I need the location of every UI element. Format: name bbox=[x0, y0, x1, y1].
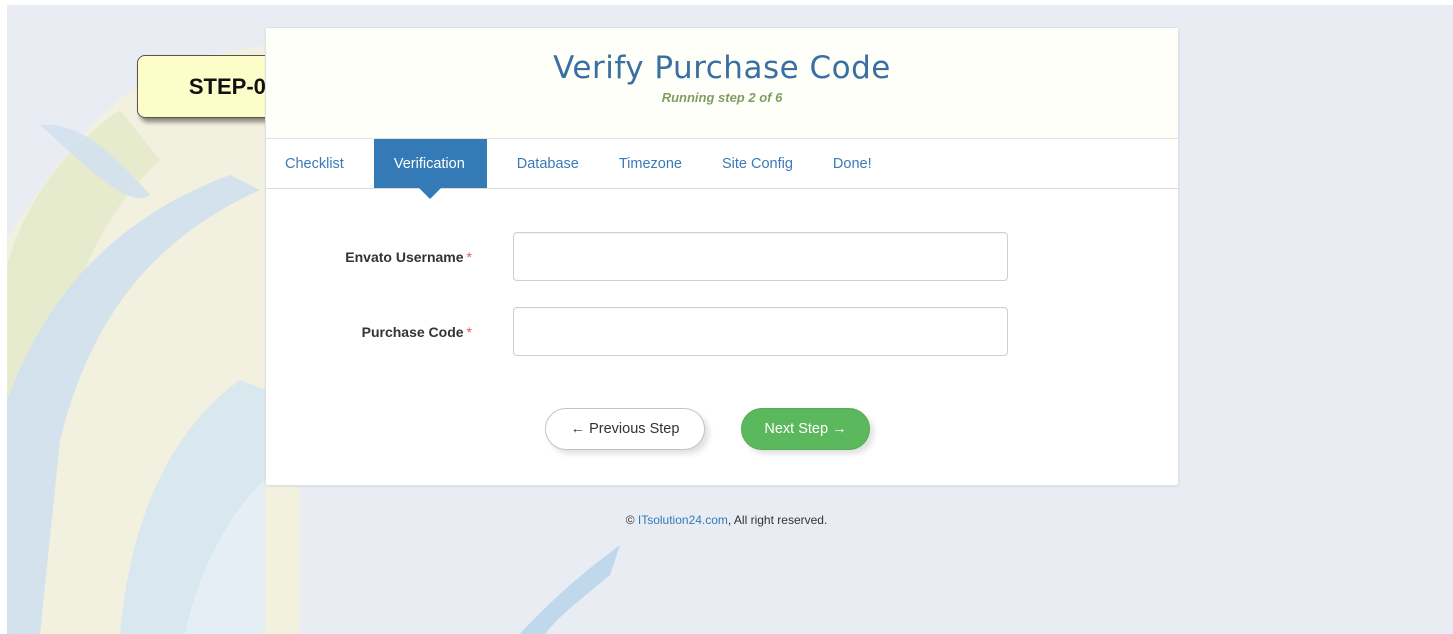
tab-site-config[interactable]: Site Config bbox=[712, 139, 803, 188]
username-row: Envato Username * bbox=[266, 232, 1178, 281]
username-label: Envato Username * bbox=[345, 248, 472, 265]
next-step-button[interactable]: Next Step → bbox=[741, 408, 870, 450]
button-row: ← Previous Step Next Step → bbox=[266, 408, 1178, 457]
tab-verification[interactable]: Verification bbox=[373, 139, 487, 199]
panel-header: Verify Purchase Code Running step 2 of 6 bbox=[266, 28, 1178, 139]
step-progress-text: Running step 2 of 6 bbox=[661, 90, 783, 105]
footer: © ITsolution24.com, All right reserved. bbox=[0, 513, 1453, 527]
step-tabs: Checklist Verification Database Timezone… bbox=[266, 139, 1178, 199]
tab-timezone[interactable]: Timezone bbox=[609, 139, 692, 188]
previous-step-button[interactable]: ← Previous Step bbox=[545, 408, 705, 450]
required-mark: * bbox=[466, 323, 472, 340]
tab-database[interactable]: Database bbox=[507, 139, 589, 188]
footer-suffix: , All right reserved. bbox=[727, 513, 828, 527]
envato-username-input[interactable] bbox=[513, 232, 1008, 281]
tab-done[interactable]: Done! bbox=[823, 139, 882, 188]
left-edge bbox=[0, 0, 7, 634]
required-mark: * bbox=[466, 248, 472, 265]
purchase-code-input[interactable] bbox=[513, 307, 1008, 356]
top-edge bbox=[0, 0, 1453, 5]
page-title: Verify Purchase Code bbox=[553, 50, 891, 86]
tab-checklist[interactable]: Checklist bbox=[275, 139, 354, 188]
footer-link[interactable]: ITsolution24.com bbox=[638, 513, 728, 527]
installer-panel: Verify Purchase Code Running step 2 of 6… bbox=[265, 27, 1179, 486]
purchase-code-label: Purchase Code * bbox=[361, 323, 472, 340]
purchase-code-row: Purchase Code * bbox=[266, 307, 1178, 356]
copyright-symbol: © bbox=[625, 513, 635, 527]
